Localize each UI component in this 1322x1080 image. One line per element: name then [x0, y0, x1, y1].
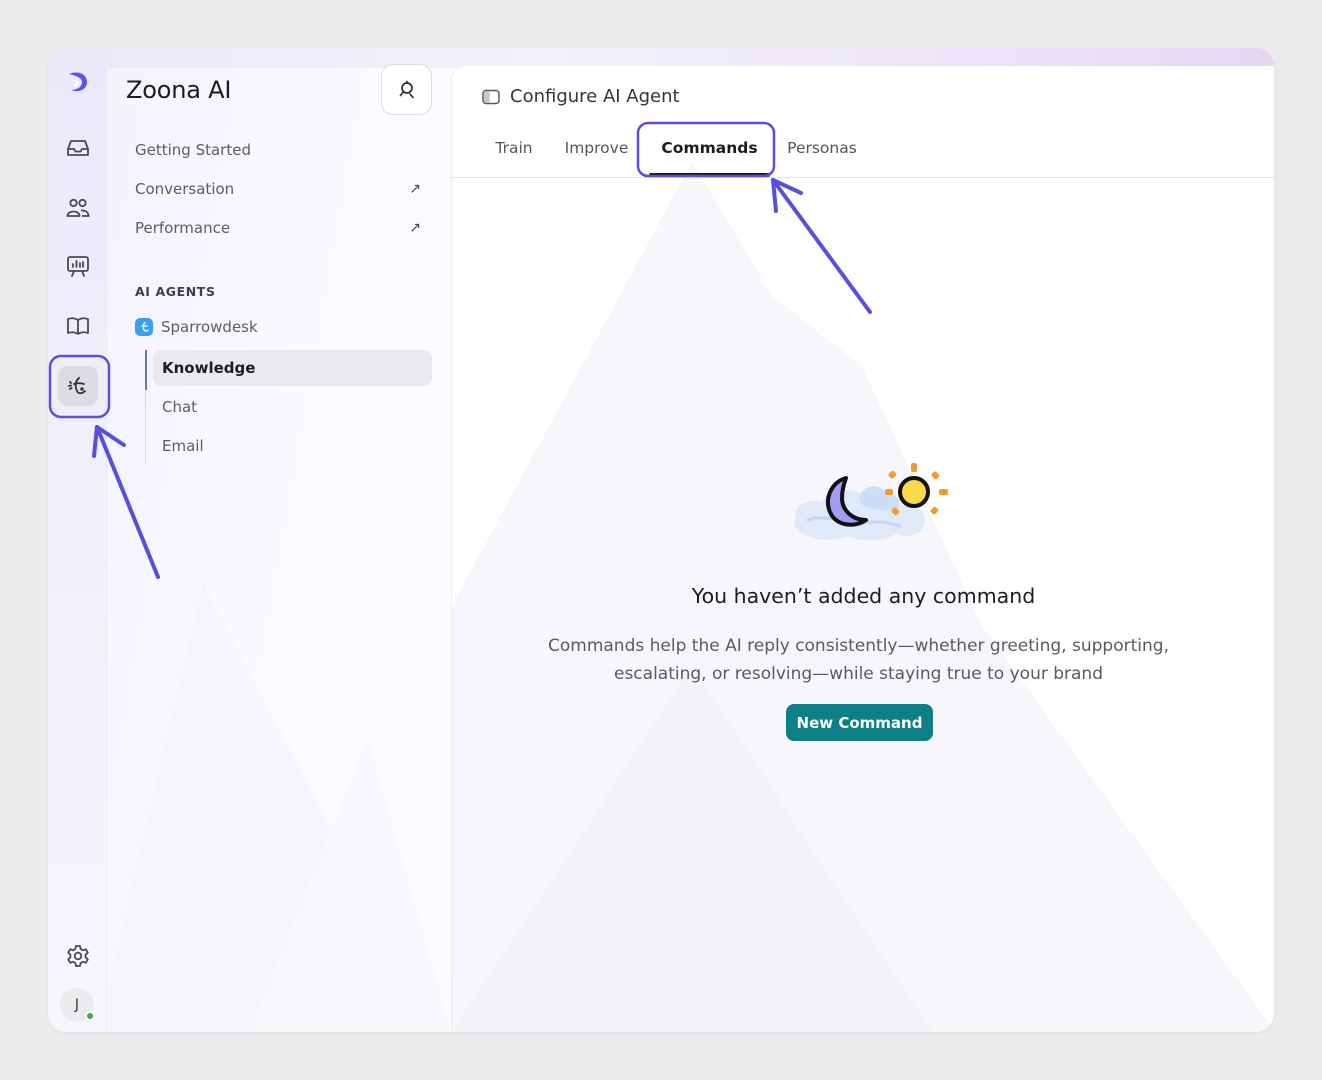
external-link-icon: ↗: [409, 181, 421, 197]
empty-state-description-line: Commands help the AI reply consistently—…: [548, 636, 1169, 656]
new-command-button[interactable]: New Command: [786, 704, 933, 741]
search-agent-button[interactable]: [381, 64, 432, 115]
ai-agent-icon[interactable]: [58, 366, 98, 406]
icon-rail: J: [48, 48, 107, 1032]
agent-badge-icon: [135, 318, 153, 336]
sub-item-knowledge[interactable]: Knowledge: [153, 350, 432, 386]
agent-sparrowdesk[interactable]: Sparrowdesk: [135, 318, 258, 336]
background-mountain-decoration: [452, 162, 1274, 1032]
tabs-divider: [452, 177, 1274, 178]
tab-label: Personas: [787, 139, 857, 157]
contacts-icon[interactable]: [58, 188, 98, 228]
page-title-text: Configure AI Agent: [510, 86, 680, 107]
knowledge-base-icon[interactable]: [58, 306, 98, 346]
nav-item-label: Conversation: [135, 180, 235, 198]
page-title: Configure AI Agent: [482, 86, 680, 107]
tab-commands[interactable]: Commands: [649, 122, 770, 174]
sub-item-email[interactable]: Email: [153, 428, 432, 464]
sub-item-chat[interactable]: Chat: [153, 389, 432, 425]
app-title: Zoona AI: [126, 76, 232, 104]
nav-item-performance[interactable]: Performance ↗: [135, 216, 425, 240]
empty-state-title: You haven’t added any command: [691, 584, 1036, 608]
app-window: J Zoona AI Getting Started Conversation …: [48, 48, 1274, 1032]
empty-state-description: Commands help the AI reply consistently—…: [542, 632, 1175, 688]
section-label-ai-agents: AI AGENTS: [135, 284, 216, 299]
reports-icon[interactable]: [58, 246, 98, 286]
external-link-icon: ↗: [409, 220, 421, 236]
nav-item-conversation[interactable]: Conversation ↗: [135, 177, 425, 201]
nav-item-label: Getting Started: [135, 141, 251, 159]
sidebar-toggle-icon[interactable]: [482, 89, 500, 105]
nav-item-getting-started[interactable]: Getting Started: [135, 138, 425, 162]
inbox-icon[interactable]: [58, 128, 98, 168]
agent-name: Sparrowdesk: [161, 318, 258, 336]
user-avatar[interactable]: J: [60, 988, 95, 1022]
search-agent-icon: [399, 80, 414, 98]
logo-icon[interactable]: [58, 62, 98, 102]
tab-improve[interactable]: Improve: [558, 122, 635, 174]
settings-icon[interactable]: [58, 936, 98, 976]
tab-label: Train: [495, 139, 533, 157]
sub-item-label: Email: [162, 437, 204, 455]
tab-train[interactable]: Train: [488, 122, 540, 174]
empty-state-illustration: [794, 463, 948, 541]
sub-item-label: Chat: [162, 398, 198, 416]
main-panel: Configure AI Agent Train Improve Command…: [451, 66, 1274, 1032]
sub-item-label: Knowledge: [162, 359, 256, 377]
tree-active-indicator: [145, 350, 147, 390]
tab-label: Commands: [661, 139, 758, 157]
tab-personas[interactable]: Personas: [782, 122, 862, 174]
online-status-dot: [85, 1011, 95, 1021]
tab-label: Improve: [564, 139, 629, 157]
avatar-initial: J: [74, 997, 80, 1013]
nav-item-label: Performance: [135, 219, 231, 237]
empty-state-description-line: escalating, or resolving—while staying t…: [613, 664, 1103, 684]
secondary-nav: Zoona AI Getting Started Conversation ↗ …: [108, 48, 451, 1032]
